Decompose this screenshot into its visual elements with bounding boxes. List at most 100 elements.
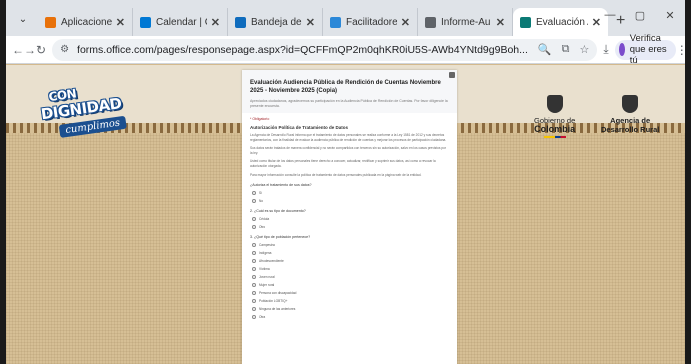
- close-tab-icon[interactable]: ✕: [401, 16, 410, 29]
- close-tab-icon[interactable]: ✕: [306, 16, 315, 29]
- browser-tab[interactable]: Evaluación A✕: [513, 8, 608, 36]
- question-3: 3. ¿Qué tipo de población pertenece?: [250, 235, 311, 240]
- zoom-icon[interactable]: 🔍: [538, 43, 552, 56]
- form-header: Evaluación Audiencia Pública de Rendició…: [242, 70, 457, 113]
- back-button[interactable]: ←: [12, 43, 24, 57]
- option-label: Afrodescendiente: [259, 258, 284, 263]
- radio-option[interactable]: Población LGBTIQ+: [252, 298, 449, 303]
- download-icon[interactable]: ⤓: [603, 42, 608, 57]
- tab-favicon-icon: [520, 16, 531, 28]
- forward-button[interactable]: →: [24, 43, 36, 57]
- question-1: ¿Autoriza el tratamiento de sus datos?: [250, 183, 312, 188]
- radio-option[interactable]: Afrodescendiente: [252, 258, 449, 263]
- radio-option[interactable]: Mujer rural: [252, 282, 449, 287]
- radio-circle-icon[interactable]: [252, 216, 256, 221]
- address-bar[interactable]: ⚙ forms.office.com/pages/responsepage.as…: [52, 38, 598, 61]
- radio-circle-icon[interactable]: [252, 290, 256, 295]
- option-label: Persona con discapacidad: [259, 290, 297, 295]
- tab-title: Calendar | C: [156, 16, 207, 28]
- profile-button[interactable]: Verifica que eres tú: [614, 33, 676, 66]
- form-description: Apreciados ciudadanos, agradecemos su pa…: [250, 99, 448, 108]
- shield-icon: [546, 95, 563, 113]
- required-note: * Obligatorio: [250, 117, 270, 121]
- tab-search-button[interactable]: ⌄: [12, 8, 34, 30]
- browser-tab[interactable]: Informe-Au ✕: [418, 8, 513, 36]
- option-label: Sí: [259, 190, 263, 195]
- tab-favicon-icon: [330, 16, 341, 28]
- tab-title: Informe-Au: [441, 16, 491, 28]
- close-tab-icon[interactable]: ✕: [116, 16, 125, 29]
- adr-line1: Agencia de: [610, 116, 651, 125]
- radio-option[interactable]: Sí: [252, 190, 449, 195]
- form-title: Evaluación Audiencia Pública de Rendició…: [250, 80, 441, 94]
- url-text[interactable]: forms.office.com/pages/responsepage.aspx…: [77, 44, 528, 56]
- radio-option[interactable]: Indígena: [252, 250, 449, 255]
- close-tab-icon[interactable]: ✕: [496, 16, 505, 29]
- radio-option[interactable]: Otro: [252, 224, 449, 229]
- radio-circle-icon[interactable]: [252, 266, 256, 271]
- browser-tab[interactable]: Facilitadores ✕: [323, 8, 418, 36]
- radio-option[interactable]: Víctima: [252, 266, 449, 271]
- close-tab-icon[interactable]: ✕: [211, 16, 220, 29]
- radio-circle-icon[interactable]: [252, 258, 256, 263]
- radio-circle-icon[interactable]: [252, 306, 256, 311]
- tab-favicon-icon: [425, 16, 436, 28]
- browser-toolbar: ← → ↻ ⚙ forms.office.com/pages/responsep…: [6, 33, 688, 66]
- form-menu-button[interactable]: [449, 72, 455, 78]
- window-controls: — ▢ ✕: [595, 0, 685, 30]
- option-label: Otro: [259, 224, 266, 229]
- option-label: Indígena: [259, 250, 272, 255]
- option-label: Población LGBTIQ+: [259, 298, 288, 303]
- close-window-button[interactable]: ✕: [655, 9, 685, 22]
- tab-title: Aplicaciones: [61, 16, 112, 28]
- browser-tab[interactable]: Aplicaciones ✕: [38, 8, 133, 36]
- radio-circle-icon[interactable]: [252, 282, 256, 287]
- site-info-icon[interactable]: ⚙: [60, 44, 69, 55]
- form-paragraph: La Agencia de Desarrollo Rural informa q…: [250, 133, 447, 142]
- profile-label: Verifica que eres tú: [629, 33, 667, 66]
- reload-button[interactable]: ↻: [36, 43, 46, 57]
- radio-circle-icon[interactable]: [252, 298, 256, 303]
- menu-icon[interactable]: ⋮: [676, 43, 688, 57]
- radio-circle-icon[interactable]: [252, 224, 256, 229]
- page-content: CON DIGNIDAD cumplimos Gobierno de Colom…: [6, 65, 685, 364]
- tab-strip: ⌄ Aplicaciones✕Calendar | C✕Bandeja de e…: [6, 0, 685, 36]
- adr-logo: Agencia de Desarrollo Rural: [601, 95, 659, 134]
- option-label: Otra: [259, 314, 266, 319]
- tab-title: Facilitadores: [346, 16, 397, 28]
- bookmark-star-icon[interactable]: ☆: [579, 43, 589, 56]
- radio-circle-icon[interactable]: [252, 250, 256, 255]
- option-label: Víctima: [259, 266, 270, 271]
- option-label: No: [259, 198, 264, 203]
- tab-title: Evaluación A: [536, 16, 588, 28]
- radio-circle-icon[interactable]: [252, 274, 256, 279]
- form-paragraph: Sus datos serán tratados de manera confi…: [250, 146, 446, 155]
- tab-favicon-icon: [45, 16, 56, 28]
- form-paragraph: Usted como titular de los datos personal…: [250, 159, 436, 168]
- browser-tab[interactable]: Calendar | C ✕: [133, 8, 228, 36]
- radio-option[interactable]: Campesino: [252, 242, 449, 247]
- radio-option[interactable]: Otra: [252, 314, 449, 319]
- radio-option[interactable]: Ninguna de las anteriores: [252, 306, 449, 311]
- radio-circle-icon[interactable]: [252, 190, 256, 195]
- con-dignidad-logo: CON DIGNIDAD cumplimos: [38, 79, 136, 143]
- logo-line3: cumplimos: [58, 115, 127, 138]
- option-label: Ninguna de las anteriores: [259, 306, 296, 311]
- form-body: * Obligatorio Autorización Política de T…: [242, 113, 457, 326]
- radio-option[interactable]: Cédula: [252, 216, 449, 221]
- radio-option[interactable]: No: [252, 198, 449, 203]
- radio-circle-icon[interactable]: [252, 242, 256, 247]
- avatar: [618, 43, 625, 56]
- radio-option[interactable]: Joven rural: [252, 274, 449, 279]
- radio-circle-icon[interactable]: [252, 314, 256, 319]
- maximize-button[interactable]: ▢: [625, 9, 655, 22]
- radio-option[interactable]: Persona con discapacidad: [252, 290, 449, 295]
- install-app-icon[interactable]: ⧉: [562, 43, 570, 56]
- browser-tab[interactable]: Bandeja de e ✕: [228, 8, 323, 36]
- option-label: Campesino: [259, 242, 276, 247]
- minimize-button[interactable]: —: [595, 9, 625, 21]
- form-paragraph: Para mayor información consulte la polít…: [250, 172, 422, 177]
- radio-circle-icon[interactable]: [252, 198, 256, 203]
- form-card: Evaluación Audiencia Pública de Rendició…: [242, 70, 457, 364]
- tab-favicon-icon: [235, 16, 246, 28]
